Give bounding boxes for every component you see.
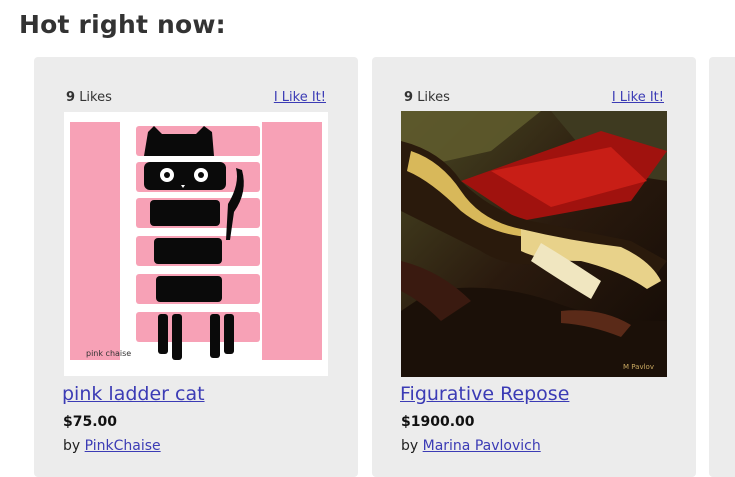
product-price: $75.00 [63, 414, 118, 430]
likes-number: 9 [66, 90, 76, 105]
product-card-partial [709, 57, 735, 477]
artist-byline: by Marina Pavlovich [401, 438, 541, 454]
product-title-link[interactable]: pink ladder cat [62, 383, 205, 405]
product-card: 9 Likes I Like It! pink chaise pink ladd… [34, 57, 358, 477]
artwork-thumbnail[interactable]: pink chaise [64, 112, 328, 376]
like-button[interactable]: I Like It! [274, 90, 326, 105]
pink-ladder-cat-image: pink chaise [64, 112, 328, 376]
figurative-repose-image: M Pavlov [401, 111, 667, 377]
likes-count: 9 Likes [404, 90, 450, 105]
likes-label: Likes [417, 90, 450, 105]
likes-number: 9 [404, 90, 414, 105]
by-prefix: by [63, 438, 81, 454]
like-button[interactable]: I Like It! [612, 90, 664, 105]
likes-label: Likes [79, 90, 112, 105]
artwork-signature: pink chaise [86, 349, 131, 358]
product-price: $1900.00 [401, 414, 475, 430]
product-title-link[interactable]: Figurative Repose [400, 383, 569, 405]
artist-link[interactable]: PinkChaise [85, 438, 161, 454]
product-card: 9 Likes I Like It! M Pavlov Figurative R… [372, 57, 696, 477]
likes-count: 9 Likes [66, 90, 112, 105]
artist-link[interactable]: Marina Pavlovich [423, 438, 541, 454]
section-heading: Hot right now: [19, 10, 226, 39]
artwork-thumbnail[interactable]: M Pavlov [401, 111, 667, 377]
by-prefix: by [401, 438, 419, 454]
artwork-signature: M Pavlov [623, 363, 654, 371]
artist-byline: by PinkChaise [63, 438, 161, 454]
